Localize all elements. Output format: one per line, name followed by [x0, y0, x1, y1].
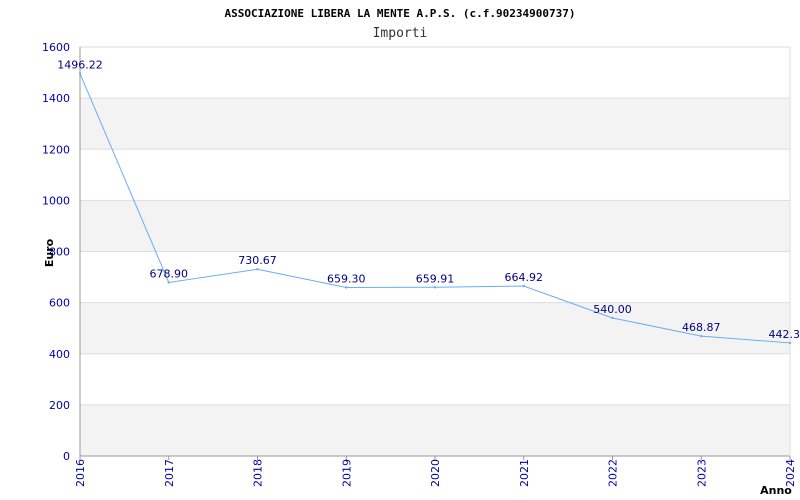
- plot-band: [80, 200, 790, 252]
- line-chart: ASSOCIAZIONE LIBERA LA MENTE A.P.S. (c.f…: [42, 7, 800, 497]
- y-tick-label: 200: [49, 399, 70, 412]
- x-tick-label: 2024: [784, 459, 797, 487]
- data-point: [611, 316, 614, 320]
- data-point: [788, 341, 792, 345]
- y-tick-label: 1600: [42, 41, 70, 54]
- plot-band: [80, 98, 790, 150]
- data-label: 664.92: [505, 271, 544, 284]
- data-label: 730.67: [238, 254, 277, 267]
- chart-title: ASSOCIAZIONE LIBERA LA MENTE A.P.S. (c.f…: [225, 7, 576, 20]
- data-label: 540.00: [593, 303, 632, 316]
- data-label: 442.3: [769, 328, 800, 341]
- y-tick-label: 400: [49, 348, 70, 361]
- data-label: 468.87: [682, 321, 721, 334]
- y-axis-title: Euro: [43, 238, 56, 267]
- y-tick-label: 1200: [42, 143, 70, 156]
- x-tick-label: 2017: [163, 459, 176, 487]
- x-tick-label: 2021: [518, 459, 531, 487]
- data-label: 659.91: [416, 272, 455, 285]
- x-tick-label: 2022: [607, 459, 620, 487]
- data-point: [167, 281, 170, 284]
- x-tick-label: 2016: [74, 459, 87, 487]
- chart-subtitle: Importi: [373, 26, 428, 41]
- x-tick-label: 2019: [340, 459, 353, 487]
- plot-band: [80, 404, 790, 456]
- y-tick-label: 600: [49, 297, 70, 310]
- y-tick-label: 0: [63, 450, 70, 463]
- x-axis-title: Anno: [760, 484, 792, 497]
- data-point: [78, 72, 82, 75]
- data-label: 678.90: [150, 267, 189, 280]
- data-point: [522, 284, 525, 288]
- x-tick-label: 2018: [252, 459, 265, 487]
- x-tick-labels: 2016 2017 2018 2019 2020 2021 2022 2023 2024: [74, 459, 797, 487]
- y-tick-label: 1000: [42, 194, 70, 207]
- data-label: 659.30: [327, 272, 366, 285]
- data-label: 1496.22: [57, 59, 103, 72]
- data-point: [700, 334, 703, 338]
- data-point: [433, 286, 437, 289]
- data-point: [256, 268, 259, 271]
- x-tick-label: 2023: [695, 459, 708, 487]
- data-point: [345, 286, 348, 289]
- y-tick-label: 1400: [42, 92, 70, 105]
- x-tick-label: 2020: [429, 459, 442, 487]
